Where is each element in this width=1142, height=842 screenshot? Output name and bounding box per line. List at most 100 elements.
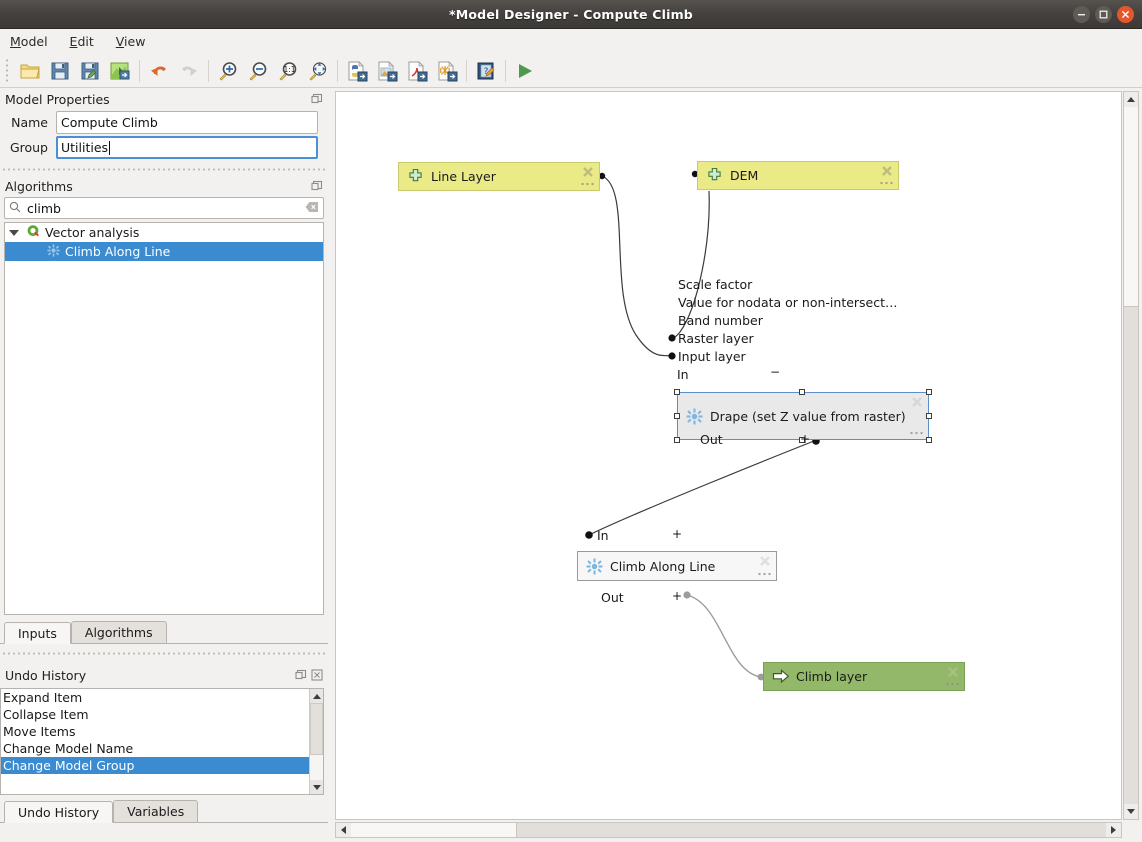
algorithm-gear-icon	[686, 408, 703, 425]
panel-splitter[interactable]	[0, 164, 328, 175]
model-group-input[interactable]: Utilities	[56, 136, 318, 159]
climb-in-label: In	[597, 528, 609, 543]
run-play-icon[interactable]	[510, 56, 540, 86]
undo-history-list[interactable]: Expand Item Collapse Item Move Items Cha…	[0, 688, 324, 795]
resize-handle-w[interactable]	[674, 413, 680, 419]
undo-arrow-icon[interactable]	[144, 56, 174, 86]
node-menu-icon[interactable]	[757, 571, 771, 577]
folder-open-icon[interactable]	[15, 56, 45, 86]
tab-undo-history[interactable]: Undo History	[4, 801, 113, 823]
menu-model[interactable]: MModelodel	[9, 32, 49, 51]
menu-edit[interactable]: Edit	[69, 32, 95, 51]
undo-list-scrollbar[interactable]	[309, 689, 323, 794]
undo-list-item[interactable]: Change Model Name	[1, 740, 309, 757]
undo-list-item[interactable]: Change Model Group	[1, 757, 309, 774]
undo-list-item[interactable]: Expand Item	[1, 689, 309, 706]
node-menu-icon[interactable]	[909, 430, 923, 436]
tab-inputs[interactable]: Inputs	[4, 622, 71, 644]
drape-in-collapse-icon[interactable]: −	[770, 365, 780, 379]
zoom-out-icon[interactable]	[243, 56, 273, 86]
output-arrow-icon	[772, 668, 789, 685]
resize-handle-sw[interactable]	[674, 437, 680, 443]
climb-in-expand-icon[interactable]: +	[672, 527, 682, 541]
save-in-project-icon[interactable]	[105, 56, 135, 86]
collapse-node-icon[interactable]	[759, 555, 771, 567]
chevron-down-icon[interactable]	[9, 230, 19, 236]
scroll-up-icon[interactable]	[310, 689, 323, 703]
h-scrollbar-track[interactable]	[517, 823, 1106, 837]
drape-out-expand-icon[interactable]: +	[800, 432, 810, 446]
model-node-climb-layer[interactable]: Climb layer	[763, 662, 965, 691]
canvas-vertical-scrollbar[interactable]	[1123, 91, 1139, 820]
model-node-climb-along-line[interactable]: Climb Along Line	[577, 551, 777, 581]
climb-out-expand-icon[interactable]: +	[672, 589, 682, 603]
clear-search-icon[interactable]	[305, 201, 319, 216]
close-icon[interactable]	[1117, 6, 1134, 23]
collapse-node-icon[interactable]	[582, 166, 594, 178]
toolbar-grip[interactable]	[3, 59, 13, 83]
minimize-icon[interactable]	[1073, 6, 1090, 23]
maximize-icon[interactable]	[1095, 6, 1112, 23]
model-name-row: Name Compute Climb	[4, 110, 318, 135]
tab-algorithms[interactable]: Algorithms	[71, 621, 167, 643]
model-group-label: Group	[4, 140, 56, 155]
algorithm-tree[interactable]: Vector analysis Climb Along Line	[4, 222, 324, 615]
resize-handle-n[interactable]	[799, 389, 805, 395]
window-controls	[1073, 0, 1134, 29]
scroll-down-icon[interactable]	[310, 780, 323, 794]
resize-handle-e[interactable]	[926, 413, 932, 419]
export-python-icon[interactable]	[342, 56, 372, 86]
collapse-node-icon[interactable]	[911, 396, 923, 408]
node-menu-icon[interactable]	[945, 681, 959, 687]
export-image-icon[interactable]	[372, 56, 402, 86]
redo-arrow-icon[interactable]	[174, 56, 204, 86]
save-icon[interactable]	[45, 56, 75, 86]
menu-view[interactable]: View	[115, 32, 147, 51]
collapse-node-icon[interactable]	[947, 666, 959, 678]
node-label: DEM	[730, 168, 898, 183]
float-panel-icon[interactable]	[310, 179, 324, 193]
zoom-full-icon[interactable]	[303, 56, 333, 86]
tree-item-climb-along-line[interactable]: Climb Along Line	[5, 242, 323, 261]
scroll-right-icon[interactable]	[1106, 823, 1121, 837]
scroll-left-icon[interactable]	[336, 823, 351, 837]
zoom-in-icon[interactable]	[213, 56, 243, 86]
tab-variables[interactable]: Variables	[113, 800, 198, 822]
v-scrollbar-track[interactable]	[1124, 307, 1138, 804]
node-menu-icon[interactable]	[879, 180, 893, 186]
help-book-icon[interactable]: ?	[471, 56, 501, 86]
scroll-down-icon[interactable]	[1124, 804, 1138, 819]
save-as-icon[interactable]	[75, 56, 105, 86]
algorithms-title: Algorithms	[5, 179, 308, 194]
node-menu-icon[interactable]	[580, 181, 594, 187]
drape-param-nodata-value: Value for nodata or non-intersect…	[678, 295, 898, 310]
model-node-dem[interactable]: DEM	[697, 161, 899, 190]
tree-group-vector-analysis[interactable]: Vector analysis	[5, 223, 323, 242]
algorithm-search-input[interactable]: climb	[4, 197, 324, 219]
export-svg-icon[interactable]	[432, 56, 462, 86]
model-group-row: Group Utilities	[4, 135, 318, 160]
close-panel-icon[interactable]	[310, 668, 324, 682]
canvas-horizontal-scrollbar[interactable]	[335, 822, 1122, 838]
menubar: MModelodel Edit View	[0, 29, 1142, 54]
undo-splitter[interactable]	[0, 648, 328, 659]
collapse-node-icon[interactable]	[881, 165, 893, 177]
drape-param-raster-layer: Raster layer	[678, 331, 754, 346]
scrollbar-track[interactable]	[310, 755, 323, 780]
resize-handle-nw[interactable]	[674, 389, 680, 395]
model-canvas[interactable]: Line Layer DEM Scale factor Value for no…	[335, 91, 1122, 820]
scroll-up-icon[interactable]	[1124, 92, 1138, 107]
resize-handle-se[interactable]	[926, 437, 932, 443]
zoom-1to1-icon[interactable]: 1:1	[273, 56, 303, 86]
model-node-line-layer[interactable]: Line Layer	[398, 162, 600, 191]
model-name-input[interactable]: Compute Climb	[56, 111, 318, 134]
scrollbar-thumb[interactable]	[310, 703, 323, 755]
undo-list-item[interactable]: Move Items	[1, 723, 309, 740]
float-panel-icon[interactable]	[310, 92, 324, 106]
export-pdf-icon[interactable]	[402, 56, 432, 86]
h-scrollbar-thumb[interactable]	[351, 823, 517, 837]
resize-handle-ne[interactable]	[926, 389, 932, 395]
undo-list-item[interactable]: Collapse Item	[1, 706, 309, 723]
v-scrollbar-thumb[interactable]	[1124, 107, 1138, 307]
float-panel-icon[interactable]	[294, 668, 308, 682]
